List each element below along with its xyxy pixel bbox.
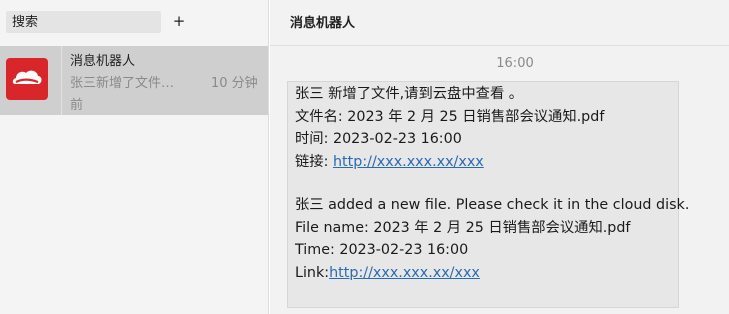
item-divider [61,46,62,115]
conversation-preview: 张三新增了文件… [70,76,175,91]
cloud-icon [12,70,42,84]
message-line: Link:http://xxx.xxx.xx/xxx [295,262,671,285]
filename-label: File name: [295,219,374,236]
link-label: 链接: [295,153,333,170]
chat-title: 消息机器人 [290,16,356,31]
message-line: Time: 2023-02-23 16:00 [295,239,671,262]
file-link[interactable]: http://xxx.xxx.xx/xxx [333,154,484,170]
chat-header: 消息机器人 [270,0,729,46]
message-line: File name: 2023 年 2 月 25 日销售部会议通知.pdf [295,217,671,240]
conversation-item[interactable]: 消息机器人 张三新增了文件… 10 分钟 前 [0,46,268,115]
message-bubble: 张三 新增了文件,请到云盘中查看 。 文件名: 2023 年 2 月 25 日销… [287,81,690,308]
conversation-time-suffix: 前 [70,98,84,113]
filename-value: 2023 年 2 月 25 日销售部会议通知.pdf [347,108,605,125]
message-line: 张三 added a new file. Please check it in … [295,197,690,213]
time-value: 2023-02-23 16:00 [339,242,469,258]
add-button[interactable]: + [171,10,187,32]
conversation-name: 消息机器人 [70,54,136,69]
app-window: + 消息机器人 张三新增了文件… 10 分钟 前 消息机器人 16:00 张三 … [0,0,729,314]
time-label: 时间: [295,131,333,147]
time-value: 2023-02-23 16:00 [332,131,462,147]
message-line: 文件名: 2023 年 2 月 25 日销售部会议通知.pdf [295,106,671,129]
message-timestamp: 16:00 [496,56,534,71]
filename-value: 2023 年 2 月 25 日销售部会议通知.pdf [373,219,631,236]
time-label: Time: [295,242,340,258]
search-input[interactable] [6,11,161,33]
file-link[interactable]: http://xxx.xxx.xx/xxx [329,265,480,281]
conversation-time: 10 分钟 [211,76,258,91]
message-line: 张三 新增了文件,请到云盘中查看 。 [295,86,524,102]
search-bar: + [0,0,269,46]
message-line: 时间: 2023-02-23 16:00 [295,128,671,151]
link-label: Link: [295,264,330,281]
filename-label: 文件名: [295,108,348,125]
avatar [6,58,48,100]
message-line: 链接: http://xxx.xxx.xx/xxx [295,151,671,174]
chat-panel: 消息机器人 16:00 张三 新增了文件,请到云盘中查看 。 文件名: 2023… [270,0,729,314]
sidebar: + 消息机器人 张三新增了文件… 10 分钟 前 [0,0,269,314]
